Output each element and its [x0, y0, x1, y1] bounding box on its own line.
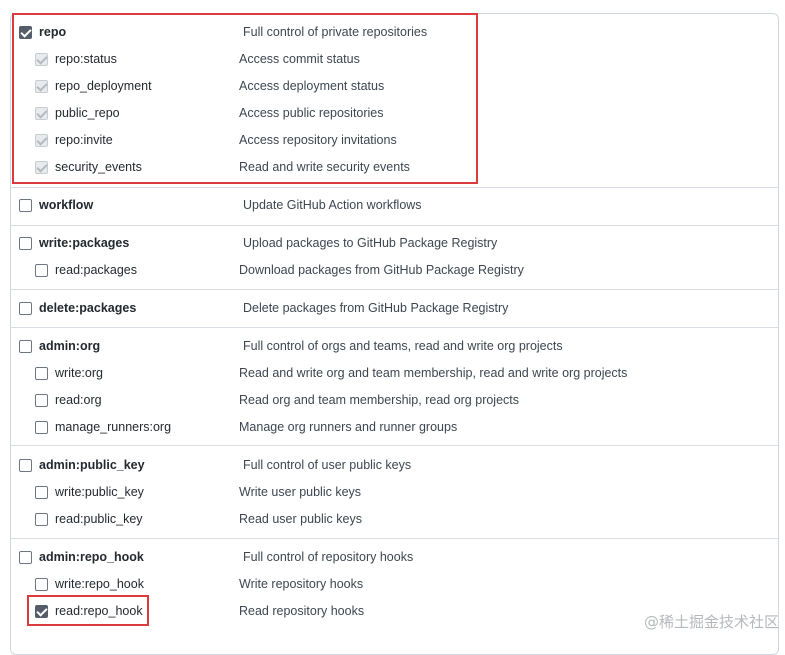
- scope-row-repo-status[interactable]: repo:status Access commit status: [0, 51, 785, 71]
- scope-name: write:public_key: [55, 485, 144, 499]
- scope-description: Read and write org and team membership, …: [239, 366, 628, 380]
- scope-row-security-events[interactable]: security_events Read and write security …: [0, 159, 785, 179]
- scope-description: Access repository invitations: [239, 133, 397, 147]
- scope-row-write-public-key[interactable]: write:public_key Write user public keys: [0, 484, 785, 504]
- scope-description: Manage org runners and runner groups: [239, 420, 458, 434]
- scope-checkbox[interactable]: [35, 134, 48, 147]
- group-divider: [10, 327, 778, 328]
- watermark: @稀土掘金技术社区: [643, 613, 779, 631]
- scope-row-admin-repo-hook[interactable]: admin:repo_hook Full control of reposito…: [0, 549, 785, 569]
- scope-checkbox[interactable]: [35, 394, 48, 407]
- scope-checkbox[interactable]: [35, 578, 48, 591]
- scope-name: repo_deployment: [55, 79, 152, 93]
- scope-checkbox[interactable]: [19, 551, 32, 564]
- scope-name: write:packages: [39, 236, 130, 250]
- scope-name: manage_runners:org: [55, 420, 172, 434]
- scope-row-manage-runners-org[interactable]: manage_runners:org Manage org runners an…: [0, 419, 785, 439]
- group-divider: [10, 225, 778, 226]
- scope-description: Access commit status: [239, 52, 360, 66]
- group-divider: [10, 445, 778, 446]
- scope-checkbox[interactable]: [35, 107, 48, 120]
- scope-checkbox[interactable]: [35, 367, 48, 380]
- scope-checkbox[interactable]: [19, 340, 32, 353]
- scope-description: Update GitHub Action workflows: [243, 198, 422, 212]
- scope-checkbox[interactable]: [19, 302, 32, 315]
- scope-row-write-repo-hook[interactable]: write:repo_hook Write repository hooks: [0, 576, 785, 596]
- scope-description: Download packages from GitHub Package Re…: [239, 263, 524, 277]
- scope-name: admin:public_key: [39, 458, 145, 472]
- scope-name: admin:repo_hook: [39, 550, 144, 564]
- scope-description: Write user public keys: [239, 485, 362, 499]
- scope-checkbox[interactable]: [35, 605, 48, 618]
- scope-name: read:public_key: [55, 512, 143, 526]
- scope-name: write:repo_hook: [55, 577, 144, 591]
- group-divider: [10, 538, 778, 539]
- scope-name: delete:packages: [39, 301, 137, 315]
- scope-checkbox[interactable]: [19, 26, 32, 39]
- scope-row-repo-deployment[interactable]: repo_deployment Access deployment status: [0, 78, 785, 98]
- scope-name: read:repo_hook: [55, 604, 143, 618]
- scope-description: Read repository hooks: [239, 604, 365, 618]
- scope-description: Read user public keys: [239, 512, 362, 526]
- scope-checkbox[interactable]: [35, 486, 48, 499]
- scope-row-repo[interactable]: repo Full control of private repositorie…: [0, 24, 785, 44]
- scope-name: admin:org: [39, 339, 101, 353]
- scope-description: Write repository hooks: [239, 577, 364, 591]
- scope-description: Access deployment status: [239, 79, 385, 93]
- scope-checkbox[interactable]: [19, 237, 32, 250]
- scope-description: Upload packages to GitHub Package Regist…: [243, 236, 498, 250]
- scope-checkbox[interactable]: [35, 421, 48, 434]
- scope-description: Delete packages from GitHub Package Regi…: [243, 301, 509, 315]
- scope-description: Full control of orgs and teams, read and…: [243, 339, 563, 353]
- scope-checkbox[interactable]: [35, 53, 48, 66]
- scope-name: repo:status: [55, 52, 117, 66]
- scope-row-delete-packages[interactable]: delete:packages Delete packages from Git…: [0, 300, 785, 320]
- scope-row-admin-org[interactable]: admin:org Full control of orgs and teams…: [0, 338, 785, 358]
- scope-checkbox[interactable]: [35, 264, 48, 277]
- scope-name: security_events: [55, 160, 142, 174]
- scope-row-admin-public-key[interactable]: admin:public_key Full control of user pu…: [0, 457, 785, 477]
- scope-checkbox[interactable]: [35, 513, 48, 526]
- scope-row-repo-invite[interactable]: repo:invite Access repository invitation…: [0, 132, 785, 152]
- scope-name: public_repo: [55, 106, 120, 120]
- scope-row-workflow[interactable]: workflow Update GitHub Action workflows: [0, 197, 785, 217]
- scope-name: read:packages: [55, 263, 138, 277]
- scope-checkbox[interactable]: [19, 459, 32, 472]
- scope-checkbox[interactable]: [19, 199, 32, 212]
- scope-name: read:org: [55, 393, 102, 407]
- scope-description: Full control of repository hooks: [243, 550, 414, 564]
- scope-description: Full control of user public keys: [243, 458, 412, 472]
- scope-row-read-public-key[interactable]: read:public_key Read user public keys: [0, 511, 785, 531]
- scope-row-public-repo[interactable]: public_repo Access public repositories: [0, 105, 785, 125]
- scope-checkbox[interactable]: [35, 80, 48, 93]
- group-divider: [10, 187, 778, 188]
- scope-row-write-packages[interactable]: write:packages Upload packages to GitHub…: [0, 235, 785, 255]
- scope-description: Read and write security events: [239, 160, 410, 174]
- group-divider: [10, 289, 778, 290]
- scope-name: repo:invite: [55, 133, 113, 147]
- scope-description: Read org and team membership, read org p…: [239, 393, 520, 407]
- scope-row-read-packages[interactable]: read:packages Download packages from Git…: [0, 262, 785, 282]
- scope-description: Full control of private repositories: [243, 25, 428, 39]
- scope-name: repo: [39, 25, 67, 39]
- scope-row-write-org[interactable]: write:org Read and write org and team me…: [0, 365, 785, 385]
- scope-checkbox[interactable]: [35, 161, 48, 174]
- scope-name: write:org: [55, 366, 103, 380]
- scope-name: workflow: [39, 198, 94, 212]
- scope-row-read-org[interactable]: read:org Read org and team membership, r…: [0, 392, 785, 412]
- scope-description: Access public repositories: [239, 106, 384, 120]
